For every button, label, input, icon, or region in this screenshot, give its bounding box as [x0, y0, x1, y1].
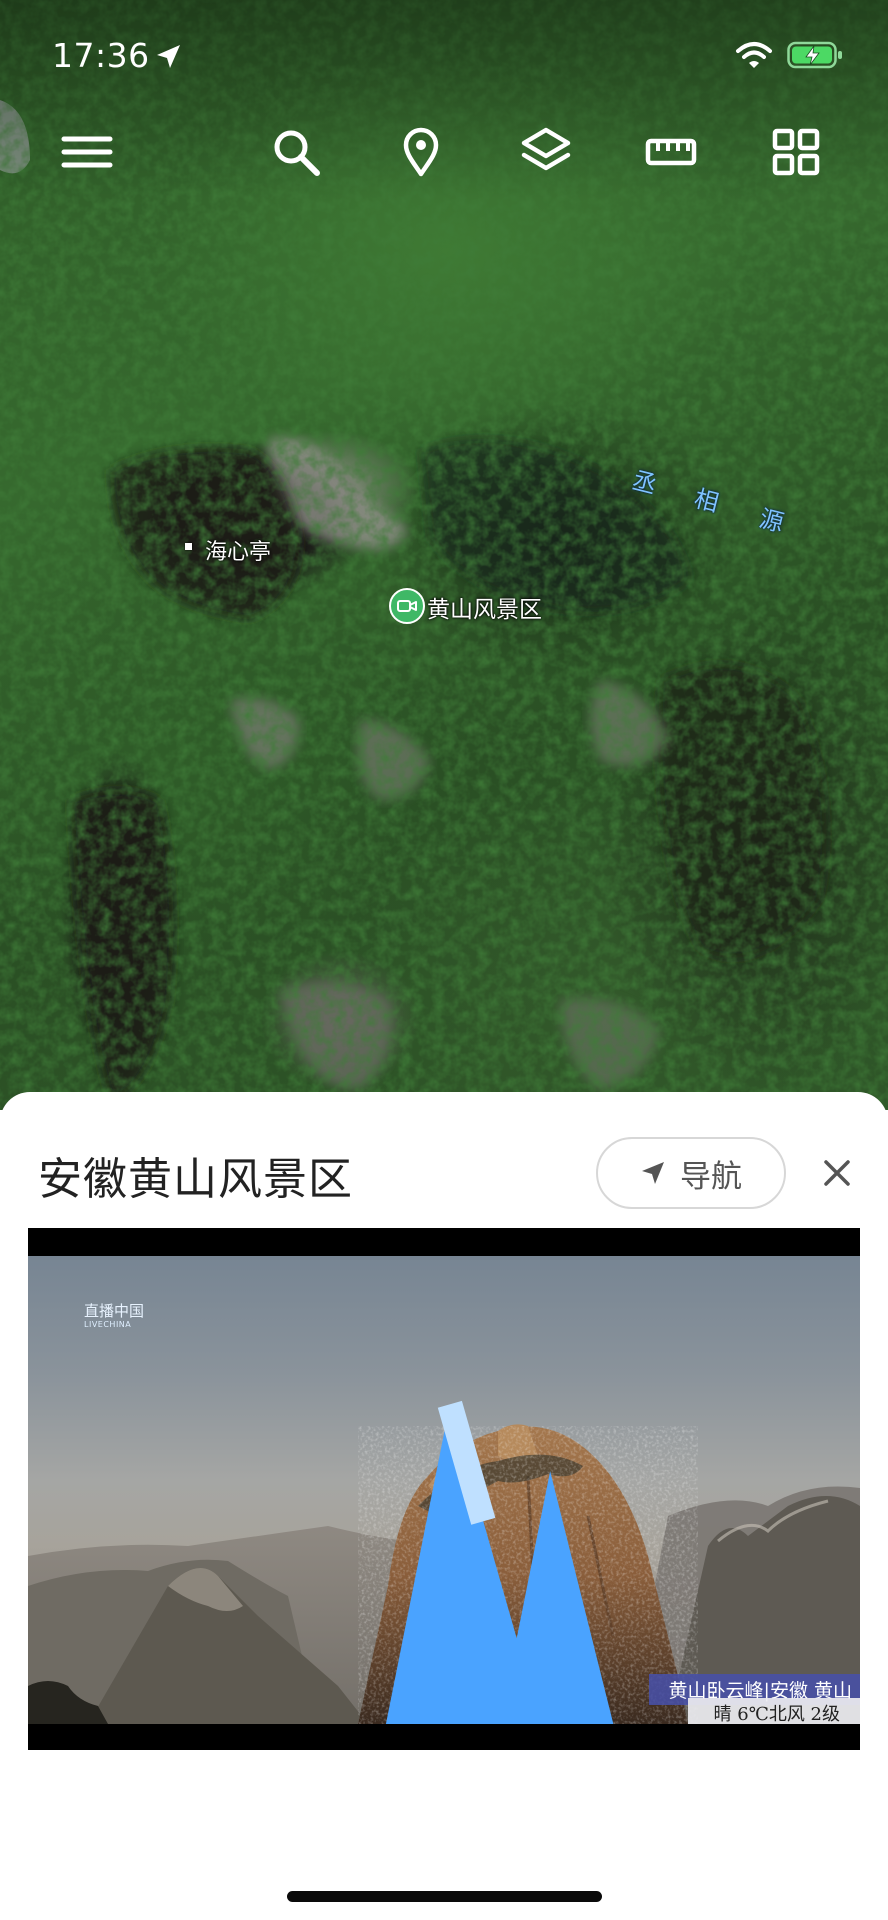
grid-icon — [772, 128, 820, 176]
pin-icon — [403, 127, 439, 177]
navigate-label: 导航 — [680, 1158, 742, 1195]
menu-icon — [61, 136, 113, 168]
livechina-logo: 直播中国 LIVECHINA — [84, 1304, 614, 1724]
close-icon[interactable] — [818, 1154, 856, 1192]
live-camera-marker[interactable] — [389, 588, 425, 624]
status-time: 17:36 — [52, 36, 150, 75]
pavilion-marker[interactable] — [185, 543, 192, 550]
battery-charging-icon — [787, 41, 842, 69]
pin-button[interactable] — [391, 122, 451, 182]
live-video-player[interactable]: 直播中国 LIVECHINA 黄山卧云峰|安徽 黄山 晴 6℃北风 2级 — [28, 1228, 860, 1750]
scenic-area-label[interactable]: 黄山风景区 — [427, 590, 542, 624]
layers-button[interactable] — [516, 122, 576, 182]
screen: 海心亭 黄山风景区 丞 相 源 17:36 安徽黄山风景区 导航 直播中国 LI… — [0, 0, 888, 1920]
search-button[interactable] — [266, 122, 326, 182]
menu-button[interactable] — [58, 122, 118, 182]
layers-icon — [521, 127, 571, 171]
livechina-logo-icon — [385, 1400, 614, 1724]
video-frame: 直播中国 LIVECHINA 黄山卧云峰|安徽 黄山 晴 6℃北风 2级 — [28, 1256, 860, 1724]
home-indicator[interactable] — [287, 1891, 602, 1902]
camera-weather-caption: 晴 6℃北风 2级 — [687, 1698, 860, 1724]
grid-button[interactable] — [766, 122, 826, 182]
pavilion-label[interactable]: 海心亭 — [205, 534, 271, 566]
ruler-button[interactable] — [641, 122, 701, 182]
place-title: 安徽黄山风景区 — [38, 1154, 353, 1205]
navigation-arrow-icon — [642, 1162, 664, 1184]
video-camera-icon — [397, 600, 417, 612]
location-arrow-icon — [157, 45, 180, 68]
search-icon — [274, 130, 320, 176]
ruler-icon — [645, 138, 697, 166]
wifi-icon — [736, 42, 772, 68]
navigate-button[interactable]: 导航 — [596, 1137, 786, 1209]
